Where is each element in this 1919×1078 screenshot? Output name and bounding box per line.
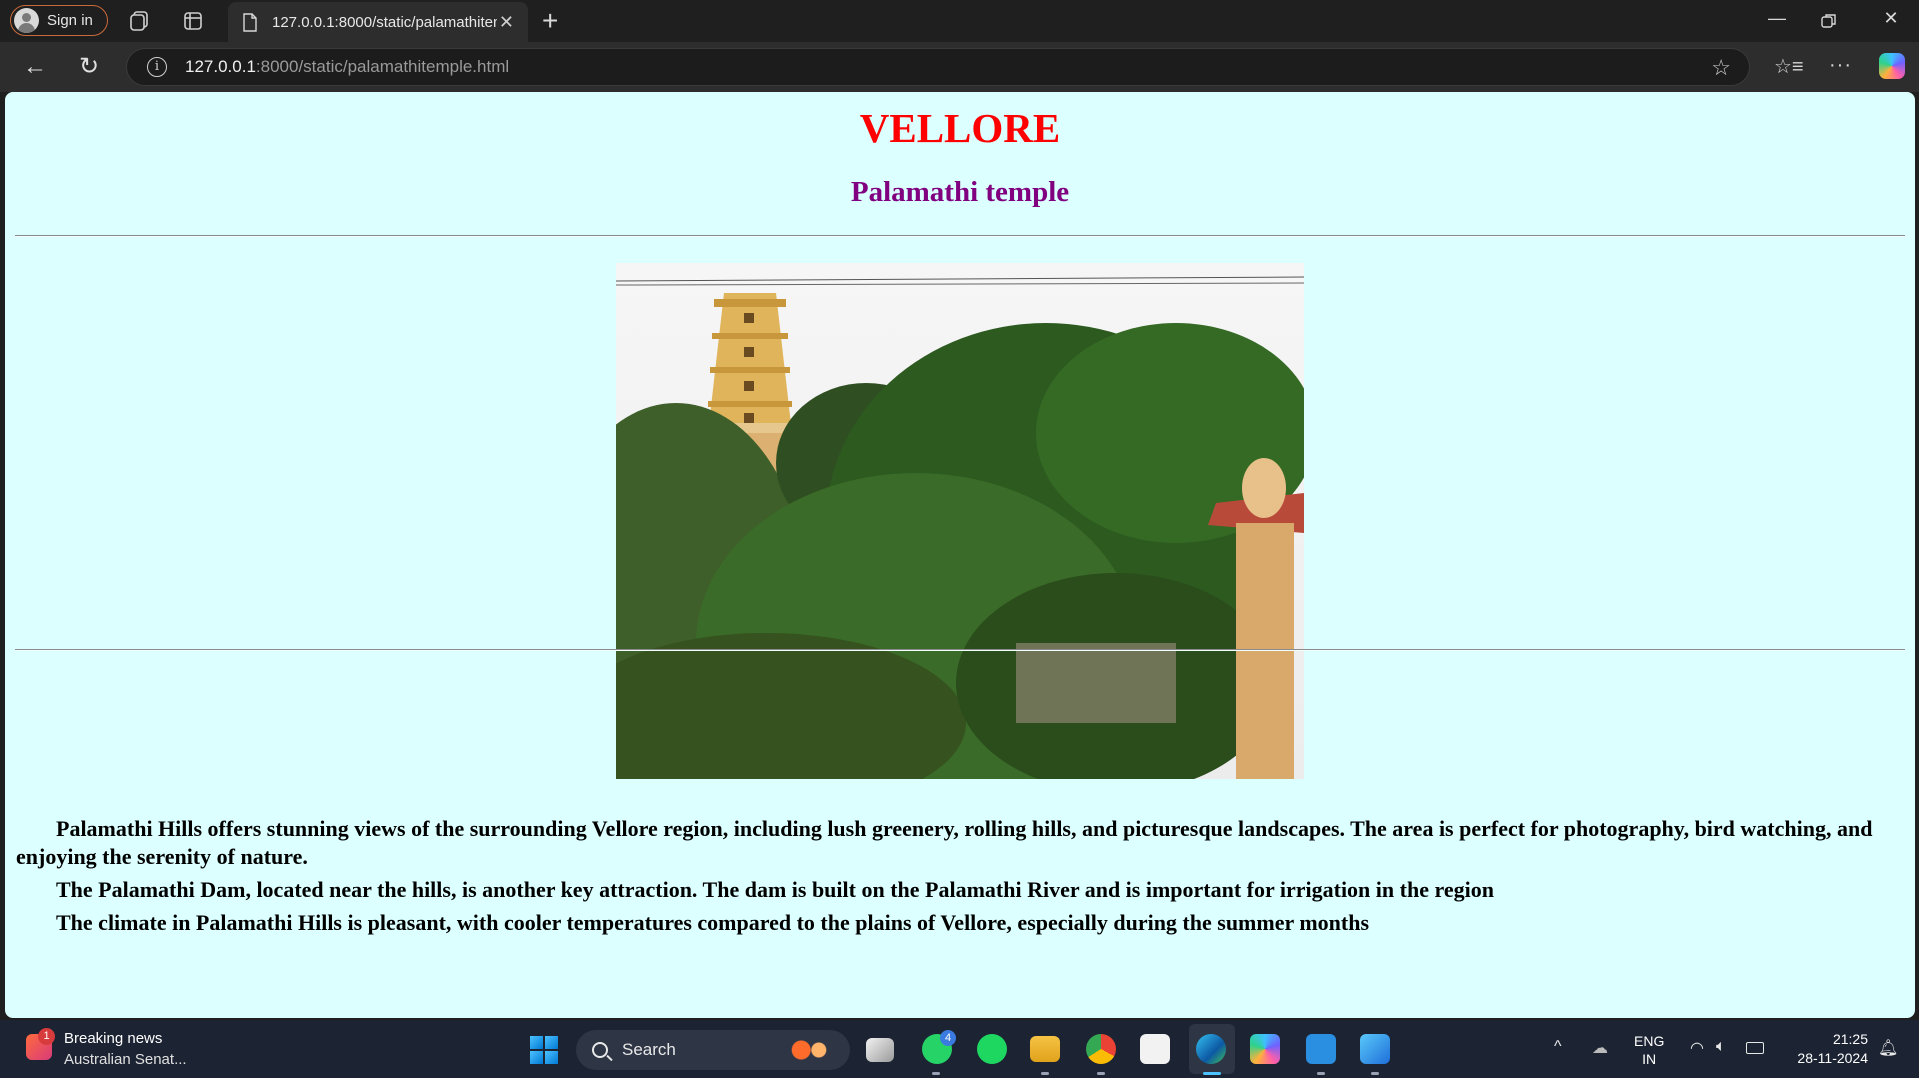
whatsapp-running-indicator (932, 1072, 940, 1075)
news-badge: 1 (38, 1028, 55, 1045)
vscode-icon[interactable] (1306, 1034, 1336, 1064)
copilot-app-icon[interactable] (1250, 1034, 1280, 1064)
whatsapp-badge: 4 (940, 1030, 956, 1046)
close-icon[interactable]: ✕ (499, 12, 514, 33)
battery-icon[interactable] (1746, 1042, 1764, 1054)
page-subtitle: Palamathi temple (850, 176, 1070, 208)
sign-in-button[interactable]: Sign in (10, 5, 108, 36)
search-label: Search (622, 1040, 676, 1059)
minimize-icon[interactable]: — (1762, 8, 1792, 29)
browser-tab-bar: Sign in 127.0.0.1:8000/static/palamathit… (0, 0, 1919, 42)
info-list: Palamathi Hills offers stunning views of… (16, 815, 1896, 942)
back-icon[interactable]: ← (20, 52, 50, 82)
edge-icon[interactable] (1196, 1034, 1226, 1064)
refresh-icon[interactable]: ↻ (74, 52, 104, 82)
more-icon[interactable]: ··· (1829, 54, 1852, 77)
volume-icon[interactable]: 🔈︎ (1716, 1038, 1726, 1056)
page-viewport: VELLORE Palamathi temple ● Palamathi Hil… (5, 92, 1915, 1018)
tab-title: 127.0.0.1:8000/static/palamathitemple.ht… (272, 13, 497, 31)
language-top: ENG (1634, 1033, 1665, 1049)
taskbar-search[interactable]: Search (576, 1030, 850, 1070)
onedrive-icon[interactable]: ☁ (1592, 1038, 1608, 1058)
sign-in-label: Sign in (47, 12, 93, 29)
store-icon[interactable] (1140, 1034, 1170, 1064)
spotify-icon[interactable] (977, 1034, 1007, 1064)
profile-icon (14, 8, 39, 33)
favorite-star-icon[interactable]: ☆ (1711, 55, 1731, 81)
restore-icon[interactable] (1820, 12, 1838, 30)
chrome-running-indicator (1097, 1072, 1105, 1075)
url-path: :8000/static/palamathitemple.html (255, 57, 510, 76)
list-item: The climate in Palamathi Hills is pleasa… (16, 909, 1896, 937)
site-info-icon[interactable]: i (147, 57, 167, 77)
photos-icon[interactable] (1360, 1034, 1390, 1064)
language-indicator[interactable]: ENG IN (1634, 1032, 1664, 1068)
close-window-icon[interactable]: ✕ (1876, 8, 1906, 29)
search-icon (592, 1042, 608, 1058)
file-explorer-icon[interactable] (1030, 1036, 1060, 1062)
clock-date: 28-11-2024 (1797, 1050, 1868, 1066)
windows-start-icon[interactable] (530, 1036, 558, 1064)
divider-bottom (15, 649, 1905, 651)
url-host: 127.0.0.1 (185, 57, 256, 76)
photos-running-indicator (1371, 1072, 1379, 1075)
chevron-up-icon[interactable]: ^ (1554, 1038, 1562, 1056)
copilot-icon[interactable] (1879, 53, 1905, 79)
clock-time: 21:25 (1832, 1031, 1868, 1047)
page-icon (243, 12, 257, 32)
clock[interactable]: 21:25 28-11-2024 (1784, 1030, 1868, 1068)
search-highlight-icon (788, 1038, 832, 1062)
active-tab[interactable]: 127.0.0.1:8000/static/palamathitemple.ht… (228, 2, 528, 42)
wifi-icon[interactable]: ◠ (1690, 1038, 1704, 1058)
notification-bell-icon[interactable]: 🔔︎ (1878, 1038, 1898, 1058)
news-title[interactable]: Breaking news (64, 1030, 162, 1047)
list-item: Palamathi Hills offers stunning views of… (16, 815, 1896, 871)
favorites-icon[interactable]: ☆≡ (1774, 54, 1804, 79)
chrome-icon[interactable] (1086, 1034, 1116, 1064)
tab-actions-icon[interactable] (181, 9, 205, 33)
news-subtitle[interactable]: Australian Senat... (64, 1051, 187, 1068)
temple-photo (616, 263, 1304, 779)
edge-active-indicator (1203, 1072, 1221, 1075)
language-bottom: IN (1642, 1051, 1657, 1067)
page-title: VELLORE (859, 105, 1061, 151)
address-bar-row: ← ↻ i 127.0.0.1 :8000/static/palamathite… (0, 42, 1919, 92)
url-field[interactable]: i 127.0.0.1 :8000/static/palamathitemple… (126, 48, 1750, 86)
new-tab-icon[interactable]: + (542, 5, 558, 37)
explorer-running-indicator (1041, 1072, 1049, 1075)
list-item: The Palamathi Dam, located near the hill… (16, 876, 1896, 904)
task-view-icon[interactable] (866, 1038, 894, 1062)
divider-top (15, 235, 1905, 237)
taskbar: 1 Breaking news Australian Senat... Sear… (0, 1020, 1919, 1078)
vscode-running-indicator (1317, 1072, 1325, 1075)
workspaces-icon[interactable] (128, 9, 152, 33)
